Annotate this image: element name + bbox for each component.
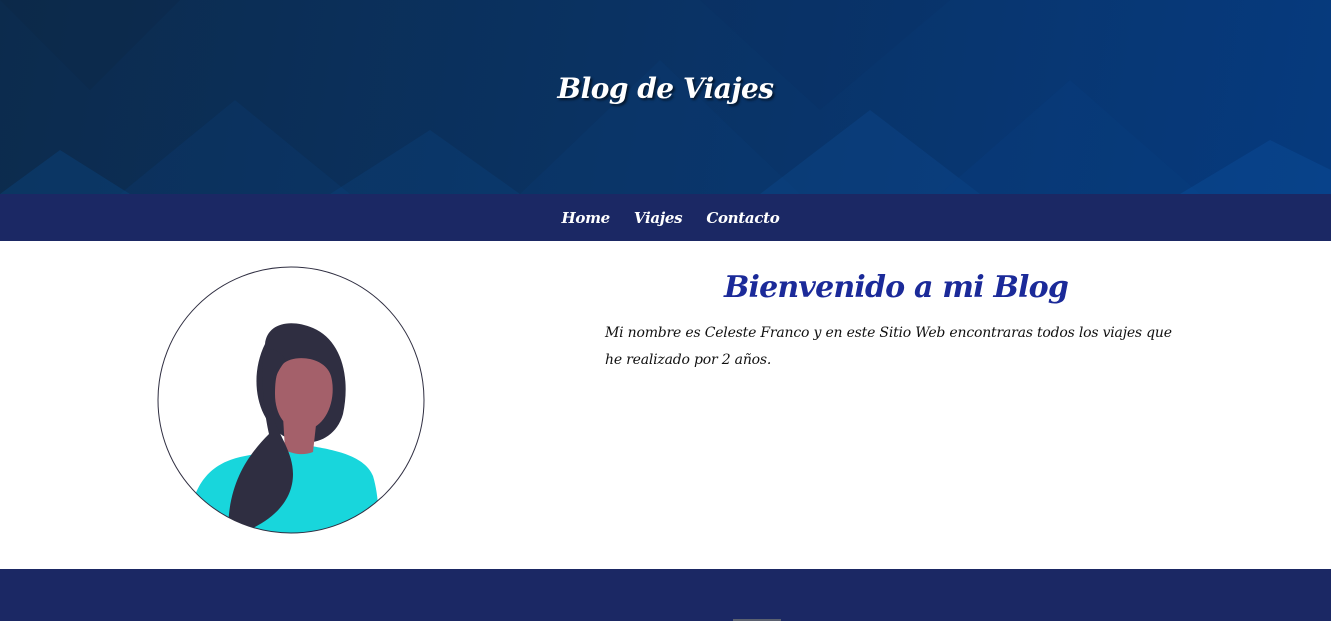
header-banner: Blog de Viajes [0, 0, 1331, 194]
page-footer [0, 569, 1331, 621]
nav-link-home[interactable]: Home [562, 209, 611, 227]
welcome-heading: Bienvenido a mi Blog [723, 270, 1069, 305]
welcome-intro-text: Mi nombre es Celeste Franco y en este Si… [605, 325, 1172, 368]
nav-link-viajes[interactable]: Viajes [634, 209, 683, 227]
main-navbar: Home Viajes Contacto [0, 194, 1331, 241]
site-title: Blog de Viajes [557, 72, 774, 105]
nav-links: Home Viajes Contacto [0, 194, 1331, 241]
person-avatar-icon [157, 266, 425, 534]
nav-link-contacto[interactable]: Contacto [706, 209, 779, 227]
